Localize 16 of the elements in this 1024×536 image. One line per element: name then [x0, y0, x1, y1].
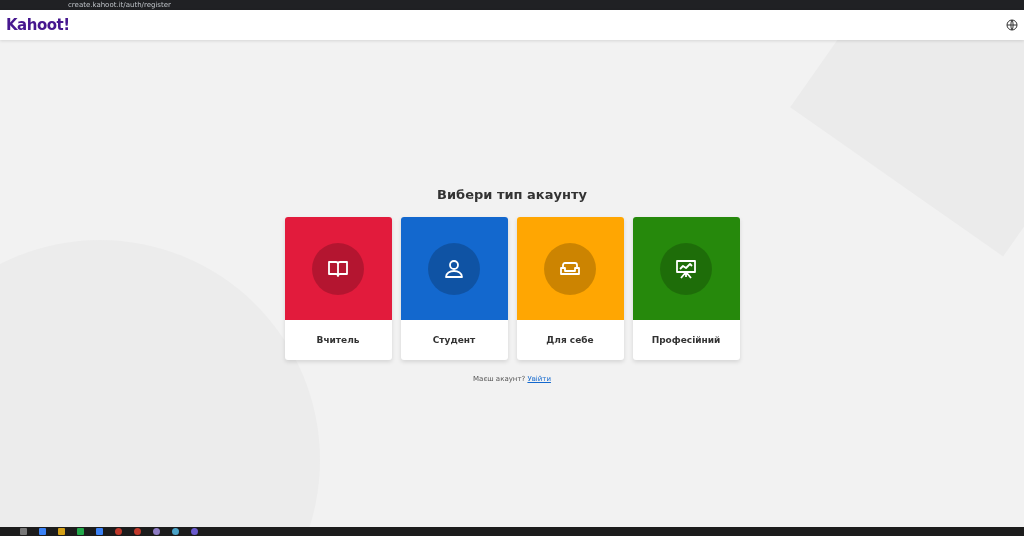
- logo[interactable]: Kahoot!: [6, 16, 70, 34]
- page-title: Вибери тип акаунту: [437, 187, 587, 202]
- account-type-card[interactable]: Професійний: [632, 217, 740, 360]
- globe-icon[interactable]: [1006, 19, 1018, 31]
- card-label: Студент: [431, 334, 477, 347]
- taskbar-app-icon[interactable]: [134, 528, 141, 535]
- card-label: Для себе: [545, 334, 595, 347]
- taskbar-app-icon[interactable]: [191, 528, 198, 535]
- taskbar-app-icon[interactable]: [172, 528, 179, 535]
- card-label: Професійний: [650, 334, 722, 347]
- taskbar-app-icon[interactable]: [115, 528, 122, 535]
- account-type-card[interactable]: Для себе: [516, 217, 624, 360]
- card-label: Вчитель: [315, 334, 361, 347]
- account-type-card[interactable]: Вчитель: [284, 217, 392, 360]
- taskbar-app-icon[interactable]: [153, 528, 160, 535]
- account-type-card[interactable]: Студент: [400, 217, 508, 360]
